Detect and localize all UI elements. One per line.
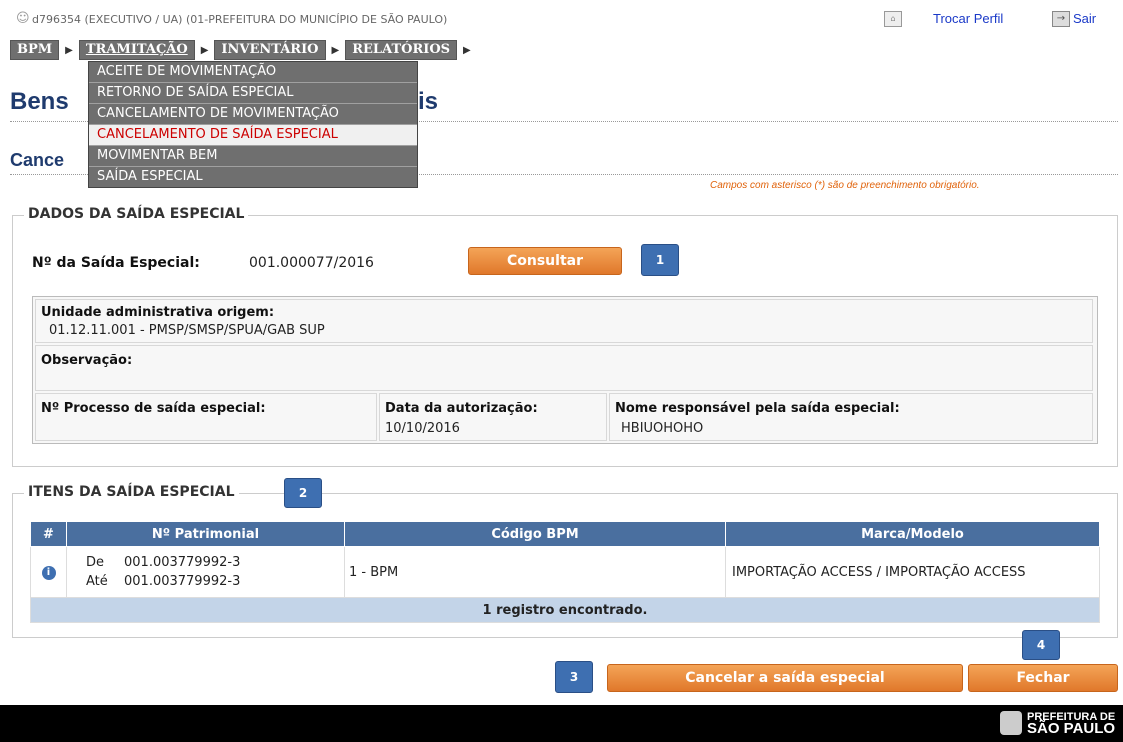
footer-bar (0, 705, 1123, 742)
data-label: Data da autorização: (385, 401, 538, 416)
footer-logo: PREFEITURA DE SÃO PAULO (1027, 711, 1116, 737)
de-label: De (86, 555, 105, 570)
unidade-label: Unidade administrativa origem: (41, 305, 275, 320)
menu-item-cancelamento-saida-especial[interactable]: CANCELAMENTO DE SAÍDA ESPECIAL (89, 125, 417, 146)
consultar-button[interactable]: Consultar (468, 247, 622, 275)
step-badge-1: 1 (641, 244, 679, 276)
nav-tramitacao[interactable]: TRAMITAÇÃO (78, 40, 195, 60)
records-found: 1 registro encontrado. (30, 597, 1100, 623)
menu-item-cancelamento-movimentacao[interactable]: CANCELAMENTO DE MOVIMENTAÇÃO (89, 104, 417, 125)
unidade-value: 01.12.11.001 - PMSP/SMSP/SPUA/GAB SUP (49, 323, 325, 338)
logo-line2: SÃO PAULO (1027, 720, 1116, 737)
marca-cell: IMPORTAÇÃO ACCESS / IMPORTAÇÃO ACCESS (725, 546, 1100, 598)
trocar-perfil-link[interactable]: Trocar Perfil (933, 11, 1003, 26)
table-row: i De 001.003779992-3 Até 001.003779992-3… (30, 546, 1100, 598)
main-nav: BPM ▶ TRAMITAÇÃO ▶ INVENTÁRIO ▶ RELATÓRI… (10, 40, 477, 60)
observacao-label: Observação: (41, 353, 133, 368)
user-icon: ☺ (16, 11, 30, 26)
ate-value: 001.003779992-3 (124, 574, 241, 589)
cancelar-saida-button[interactable]: Cancelar a saída especial (607, 664, 963, 692)
menu-item-retorno-saida-especial[interactable]: RETORNO DE SAÍDA ESPECIAL (89, 83, 417, 104)
menu-item-aceite-movimentacao[interactable]: ACEITE DE MOVIMENTAÇÃO (89, 62, 417, 83)
responsavel-value: HBIUOHOHO (621, 421, 704, 436)
nav-arrow-icon: ▶ (331, 44, 340, 56)
nav-relatorios[interactable]: RELATÓRIOS (345, 40, 458, 60)
itens-table: # Nº Patrimonial Código BPM Marca/Modelo… (30, 521, 1100, 623)
info-icon[interactable]: i (41, 566, 56, 580)
patrimonial-cell: De 001.003779992-3 Até 001.003779992-3 (66, 546, 345, 598)
processo-label: Nº Processo de saída especial: (41, 401, 266, 416)
num-saida-value: 001.000077/2016 (249, 255, 374, 271)
col-header-hash: # (30, 521, 67, 547)
num-saida-label: Nº da Saída Especial: (32, 255, 200, 271)
menu-item-movimentar-bem[interactable]: MOVIMENTAR BEM (89, 146, 417, 167)
observacao-cell (35, 345, 1093, 391)
sair-link[interactable]: Sair (1073, 11, 1096, 26)
codigo-cell: 1 - BPM (344, 546, 726, 598)
nav-arrow-icon: ▶ (65, 44, 73, 56)
col-header-patrimonial: Nº Patrimonial (66, 521, 345, 547)
dados-legend: DADOS DA SAÍDA ESPECIAL (24, 206, 249, 222)
info-box: Unidade administrativa origem: 01.12.11.… (32, 296, 1098, 444)
responsavel-label: Nome responsável pela saída especial: (615, 401, 900, 416)
data-value: 10/10/2016 (385, 421, 460, 436)
city-seal-icon (1000, 711, 1022, 735)
de-line: De 001.003779992-3 (68, 555, 343, 570)
ate-label: Até (86, 574, 108, 589)
page-subtitle: Cance (10, 150, 65, 170)
table-footer-row: 1 registro encontrado. (30, 597, 1100, 623)
required-note: Campos com asterisco (*) são de preenchi… (710, 180, 980, 191)
page-title: Bens (10, 88, 69, 115)
user-info: d796354 (EXECUTIVO / UA) (01-PREFEITURA … (32, 13, 448, 26)
row-info-cell[interactable]: i (30, 546, 67, 598)
menu-item-saida-especial[interactable]: SAÍDA ESPECIAL (89, 167, 417, 187)
nav-arrow-icon: ▶ (200, 44, 209, 56)
nav-arrow-icon: ▶ (463, 44, 471, 56)
step-badge-3: 3 (555, 661, 593, 693)
step-badge-2: 2 (284, 478, 322, 508)
step-badge-4: 4 (1022, 630, 1060, 660)
fechar-button[interactable]: Fechar (968, 664, 1118, 692)
exit-icon[interactable]: → (1052, 11, 1070, 27)
ate-line: Até 001.003779992-3 (68, 574, 343, 589)
de-value: 001.003779992-3 (124, 555, 241, 570)
col-header-codigo: Código BPM (344, 521, 726, 547)
col-header-marca: Marca/Modelo (725, 521, 1100, 547)
nav-bpm[interactable]: BPM (10, 40, 60, 60)
table-header-row: # Nº Patrimonial Código BPM Marca/Modelo (30, 521, 1100, 547)
nav-inventario[interactable]: INVENTÁRIO (214, 40, 326, 60)
home-icon[interactable]: ⌂ (884, 11, 902, 27)
tramitacao-dropdown: ACEITE DE MOVIMENTAÇÃO RETORNO DE SAÍDA … (88, 61, 418, 188)
page-title-suffix: is (418, 88, 439, 115)
itens-legend: ITENS DA SAÍDA ESPECIAL (24, 484, 239, 500)
